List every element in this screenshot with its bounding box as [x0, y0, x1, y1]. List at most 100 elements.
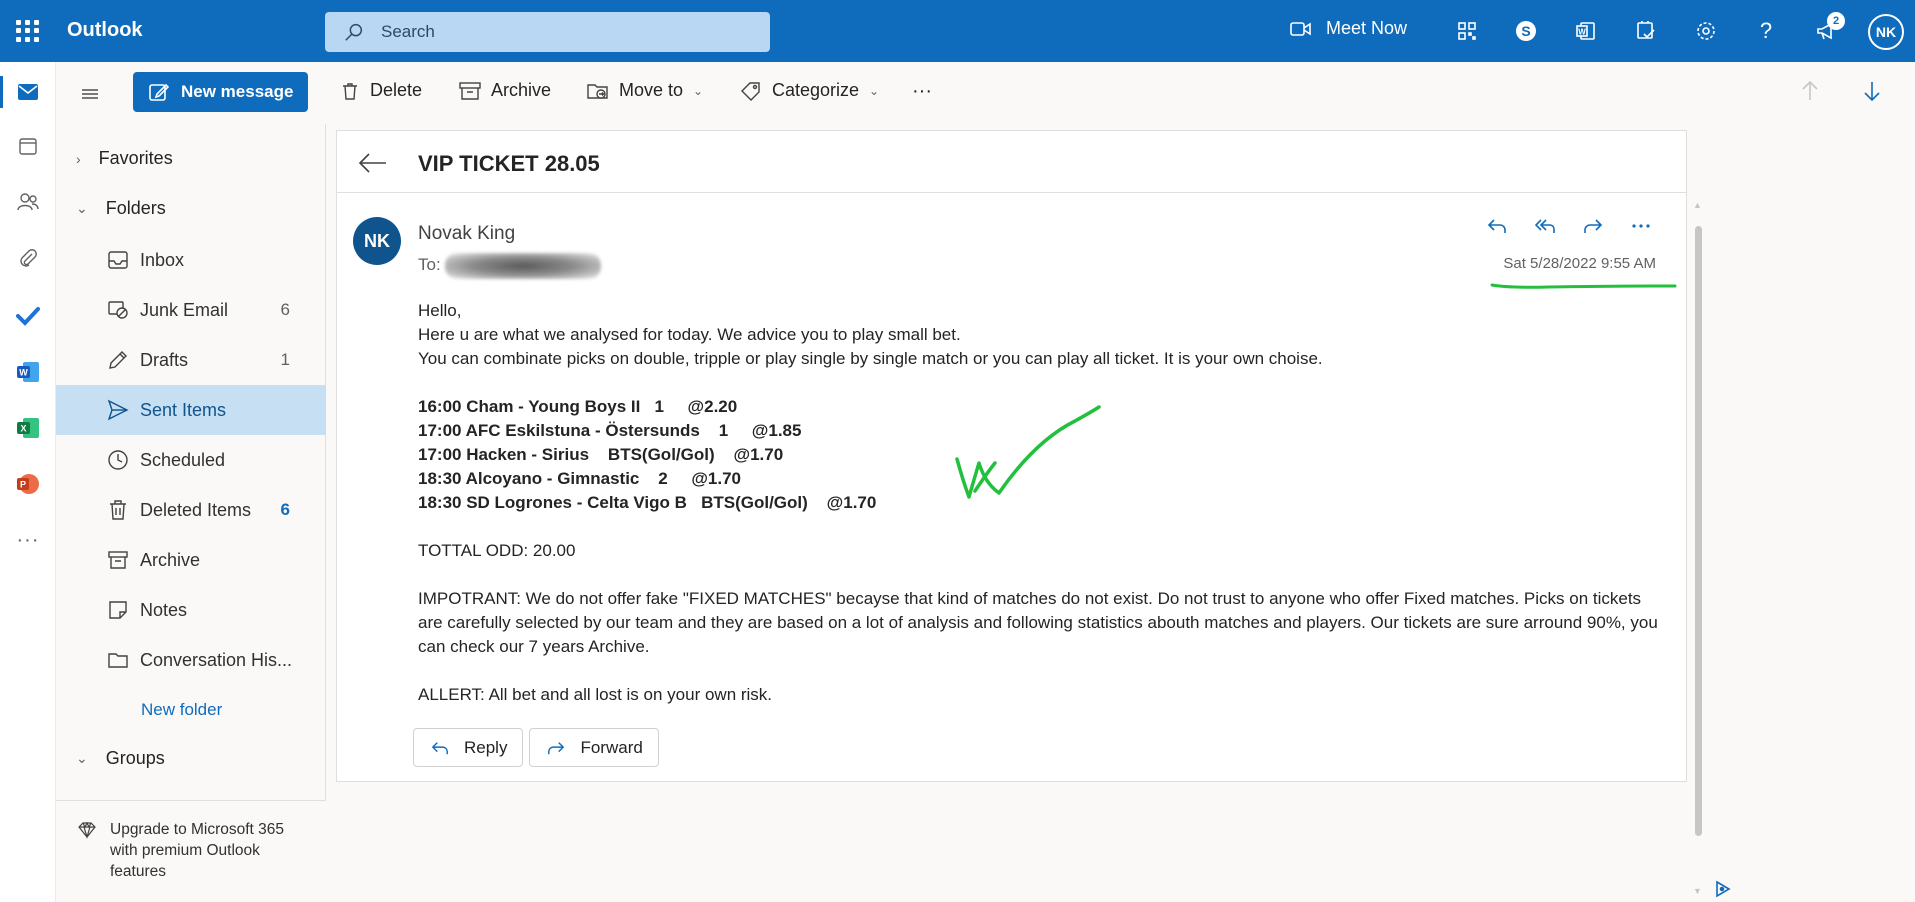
- trash-icon: [343, 82, 357, 100]
- favorites-section[interactable]: › Favorites: [76, 148, 173, 169]
- app-launcher-icon[interactable]: [12, 16, 42, 46]
- tag-icon: [741, 81, 760, 101]
- new-message-label: New message: [181, 82, 294, 101]
- svg-text:X: X: [20, 424, 26, 434]
- top-header-bar: Outlook Search Meet Now S W ? 2 NK: [0, 0, 1915, 62]
- folder-sent-items[interactable]: Sent Items: [56, 385, 326, 435]
- forward-icon[interactable]: [1582, 215, 1604, 237]
- forward-label: Forward: [580, 737, 643, 757]
- user-avatar[interactable]: NK: [1868, 14, 1904, 50]
- search-icon: [345, 23, 363, 41]
- reply-label: Reply: [464, 737, 508, 757]
- command-bar: [56, 62, 1915, 124]
- move-to-label: Move to: [619, 80, 684, 100]
- archive-icon: [108, 551, 128, 569]
- qr-code-icon[interactable]: [1452, 16, 1482, 46]
- reading-pane-scrollbar[interactable]: [1695, 226, 1702, 836]
- new-folder-link[interactable]: New folder: [141, 700, 222, 720]
- upgrade-banner[interactable]: Upgrade to Microsoft 365 with premium Ou…: [56, 800, 326, 902]
- message-actions: [1486, 215, 1652, 237]
- skype-icon[interactable]: S: [1511, 16, 1541, 46]
- reply-all-icon[interactable]: [1534, 215, 1556, 237]
- folder-label: Inbox: [140, 250, 185, 270]
- more-label: ···: [912, 80, 932, 102]
- folder-count: 6: [280, 500, 290, 519]
- move-to-button[interactable]: Move to ⌄: [587, 80, 703, 101]
- archive-button[interactable]: Archive: [459, 80, 551, 101]
- previous-message-arrow-icon[interactable]: [1800, 80, 1820, 107]
- folder-deleted-items[interactable]: Deleted Items 6: [56, 485, 326, 535]
- diamond-icon: [78, 821, 96, 839]
- chevron-right-icon: ›: [76, 150, 81, 167]
- junk-icon: [108, 301, 128, 319]
- folder-conversation-history[interactable]: Conversation His...: [56, 635, 326, 685]
- next-message-arrow-icon[interactable]: [1862, 80, 1882, 107]
- folder-icon: [108, 653, 128, 668]
- forward-icon: [548, 741, 565, 754]
- categorize-button[interactable]: Categorize ⌄: [740, 80, 879, 101]
- more-apps-icon[interactable]: ···: [10, 522, 46, 558]
- excel-app-icon[interactable]: X: [10, 410, 46, 446]
- to-label: To:: [418, 255, 441, 274]
- hamburger-menu-icon[interactable]: [78, 82, 102, 106]
- categorize-label: Categorize: [772, 80, 860, 100]
- subject-bar: VIP TICKET 28.05: [337, 131, 1686, 193]
- settings-gear-icon[interactable]: [1691, 16, 1721, 46]
- more-actions-button[interactable]: ···: [912, 80, 932, 103]
- video-camera-icon: [1290, 21, 1311, 36]
- svg-text:W: W: [1578, 28, 1586, 37]
- scroll-up-arrow-icon[interactable]: ▲: [1693, 200, 1702, 210]
- message-date: Sat 5/28/2022 9:55 AM: [1503, 255, 1656, 272]
- people-icon[interactable]: [10, 184, 46, 220]
- meet-now-label: Meet Now: [1326, 18, 1408, 38]
- scroll-down-arrow-icon[interactable]: ▼: [1693, 886, 1702, 896]
- folder-junk-email[interactable]: Junk Email 6: [56, 285, 326, 335]
- reply-button[interactable]: Reply: [413, 728, 524, 767]
- important-note: IMPOTRANT: We do not offer fake "FIXED M…: [418, 589, 1658, 656]
- folder-count: 1: [280, 350, 290, 369]
- attachment-icon[interactable]: [10, 240, 46, 276]
- calendar-icon[interactable]: [10, 128, 46, 164]
- forward-button[interactable]: Forward: [529, 728, 659, 767]
- sender-name[interactable]: Novak King: [418, 223, 515, 245]
- folder-scheduled[interactable]: Scheduled: [56, 435, 326, 485]
- svg-text:W: W: [19, 368, 28, 378]
- folders-section[interactable]: ⌄ Folders: [76, 198, 166, 219]
- mail-icon[interactable]: [10, 74, 46, 110]
- svg-text:S: S: [1521, 23, 1530, 39]
- app-name[interactable]: Outlook: [67, 19, 143, 42]
- folder-drafts[interactable]: Drafts 1: [56, 335, 326, 385]
- notes-icon: [109, 601, 127, 619]
- reply-icon[interactable]: [1486, 215, 1508, 237]
- rail-selected-indicator: [0, 76, 3, 108]
- sender-avatar[interactable]: NK: [353, 217, 401, 265]
- folder-label: Archive: [140, 550, 201, 570]
- delete-button[interactable]: Delete: [340, 80, 422, 101]
- todo-check-icon[interactable]: [10, 298, 46, 334]
- ad-choices-icon[interactable]: [1714, 880, 1732, 898]
- search-box[interactable]: Search: [325, 12, 770, 52]
- folder-pane: › Favorites ⌄ Folders Inbox Junk Email 6…: [56, 124, 326, 902]
- clock-icon: [108, 450, 128, 470]
- folder-label: Deleted Items: [140, 500, 252, 520]
- word-app-icon[interactable]: W: [10, 354, 46, 390]
- folder-archive[interactable]: Archive: [56, 535, 326, 585]
- app-rail: W X P ···: [0, 62, 56, 902]
- office-word-icon[interactable]: W: [1571, 16, 1601, 46]
- more-options-icon[interactable]: [1630, 215, 1652, 237]
- reply-icon: [431, 741, 448, 754]
- archive-label: Archive: [491, 80, 552, 100]
- help-icon[interactable]: ?: [1751, 16, 1781, 46]
- groups-label: Groups: [105, 748, 165, 768]
- svg-text:P: P: [20, 480, 26, 490]
- folder-inbox[interactable]: Inbox: [56, 235, 326, 285]
- tasks-icon[interactable]: [1631, 16, 1661, 46]
- folder-notes[interactable]: Notes: [56, 585, 326, 635]
- powerpoint-app-icon[interactable]: P: [10, 466, 46, 502]
- search-placeholder: Search: [381, 22, 435, 41]
- meet-now-button[interactable]: Meet Now: [1290, 18, 1407, 39]
- total-odd: TOTTAL ODD: 20.00: [418, 541, 576, 560]
- new-message-button[interactable]: New message: [133, 72, 308, 112]
- groups-section[interactable]: ⌄ Groups: [76, 748, 165, 769]
- back-arrow-icon[interactable]: [357, 151, 389, 175]
